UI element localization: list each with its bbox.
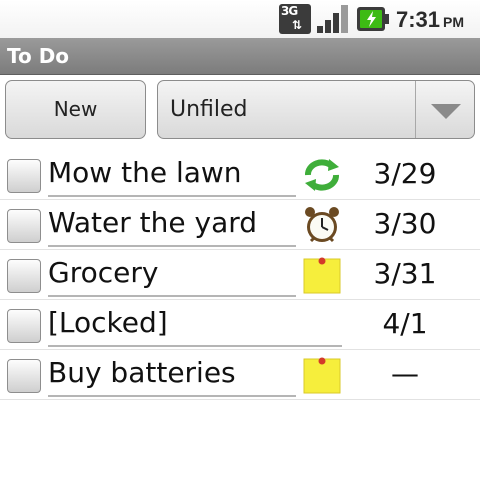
task-description[interactable]: Grocery — [48, 251, 296, 297]
signal-strength-icon — [317, 5, 348, 33]
task-checkbox[interactable] — [7, 209, 41, 243]
task-due-date: 3/30 — [373, 207, 437, 240]
task-description[interactable]: [Locked] — [48, 301, 342, 347]
task-description[interactable]: Buy batteries — [48, 351, 296, 397]
clock-time: 7:31 — [396, 7, 441, 32]
new-task-button[interactable]: New — [5, 80, 146, 139]
task-row[interactable]: [Locked] 4/1 — [0, 299, 480, 350]
task-row[interactable]: Water the yard 3/30 — [0, 199, 480, 250]
data-activity-icon: ⇅ — [292, 18, 303, 32]
dropdown-arrow-icon — [431, 104, 461, 119]
task-checkbox[interactable] — [7, 359, 41, 393]
note-icon — [303, 357, 341, 394]
app-title: To Do — [7, 44, 70, 68]
title-bar: To Do — [0, 38, 480, 75]
folder-dropdown[interactable]: Unfiled — [157, 80, 475, 139]
clock-ampm: PM — [443, 14, 465, 30]
task-due-date: 3/31 — [373, 257, 437, 290]
alarm-clock-icon — [305, 207, 339, 243]
task-due-date: 4/1 — [382, 307, 428, 340]
task-row[interactable]: Mow the lawn 3/29 — [0, 149, 480, 200]
task-row[interactable]: Buy batteries — — [0, 349, 480, 400]
task-due-date: — — [391, 357, 419, 390]
task-checkbox[interactable] — [7, 159, 41, 193]
task-checkbox[interactable] — [7, 259, 41, 293]
network-3g-icon: 3G ⇅ — [279, 4, 311, 34]
task-description[interactable]: Mow the lawn — [48, 151, 296, 197]
task-due-date: 3/29 — [373, 157, 437, 190]
network-type-label: 3G — [281, 4, 298, 18]
task-description[interactable]: Water the yard — [48, 201, 296, 247]
battery-charging-icon — [357, 7, 389, 31]
task-checkbox[interactable] — [7, 309, 41, 343]
recurring-icon — [305, 159, 339, 191]
dropdown-divider — [415, 81, 416, 138]
clock: 7:31 PM — [396, 6, 464, 34]
status-bar: 3G ⇅ 7:31 PM — [0, 0, 480, 38]
task-row[interactable]: Grocery 3/31 — [0, 249, 480, 300]
note-icon — [303, 257, 341, 294]
folder-dropdown-value: Unfiled — [170, 97, 248, 122]
